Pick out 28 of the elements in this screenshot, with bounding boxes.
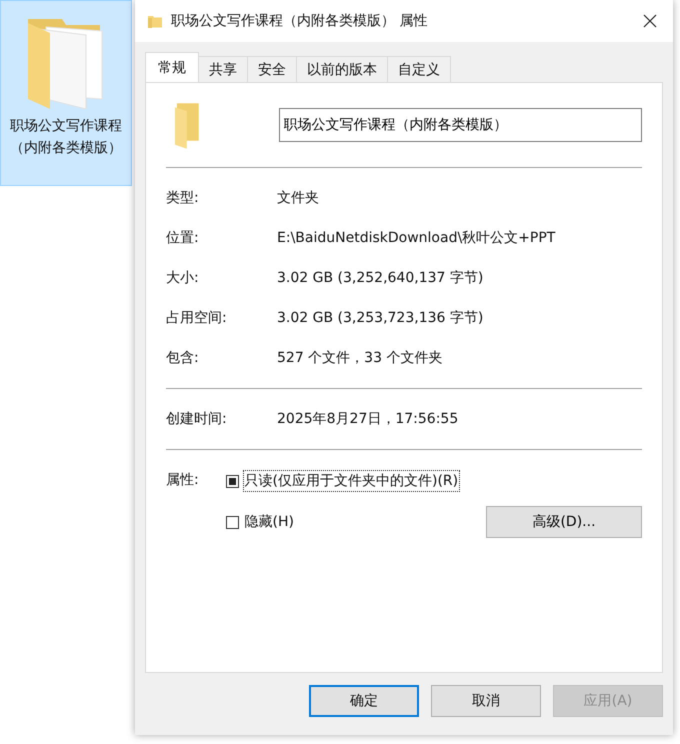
property-value: 文件夹 (277, 189, 319, 207)
property-label: 占用空间: (166, 309, 228, 327)
tab[interactable]: 常规 (145, 52, 199, 82)
checkbox[interactable] (226, 516, 239, 528)
property-value: 3.02 GB (3,253,723,136 字节) (277, 309, 484, 327)
property-label: 大小: (166, 269, 200, 287)
desktop-folder[interactable]: 职场公文写作课程（内附各类模版） (0, 0, 132, 186)
tab[interactable]: 自定义 (387, 56, 451, 82)
property-value: 2025年8月27日，17:56:55 (277, 410, 458, 428)
property-value: 3.02 GB (3,252,640,137 字节) (277, 269, 484, 287)
property-label: 类型: (166, 189, 200, 207)
folder-name: 职场公文写作课程（内附各类模版） (9, 117, 123, 158)
property-value: E:\BaiduNetdiskDownload\秋叶公文+PPT (277, 229, 556, 247)
checkbox-label[interactable]: 只读(仅应用于文件夹中的文件)(R) (242, 470, 460, 492)
property-value: 527 个文件，33 个文件夹 (277, 349, 442, 367)
property-label: 创建时间: (166, 410, 228, 428)
advanced-button[interactable]: 高级(D)... (486, 506, 642, 538)
property-label: 属性: (166, 471, 200, 490)
checkbox-label[interactable]: 隐藏(H) (242, 511, 296, 533)
cancel-button[interactable]: 取消 (431, 685, 541, 717)
checkbox[interactable] (226, 474, 239, 488)
name-field[interactable]: 职场公文写作课程（内附各类模版） (278, 108, 642, 142)
property-label: 包含: (166, 349, 200, 367)
ok-button[interactable]: 确定 (309, 685, 419, 717)
window-title: 职场公文写作课程（内附各类模版） 属性 (171, 12, 428, 30)
property-label: 位置: (166, 229, 200, 247)
close-icon (643, 14, 657, 28)
folder-icon (147, 13, 163, 29)
